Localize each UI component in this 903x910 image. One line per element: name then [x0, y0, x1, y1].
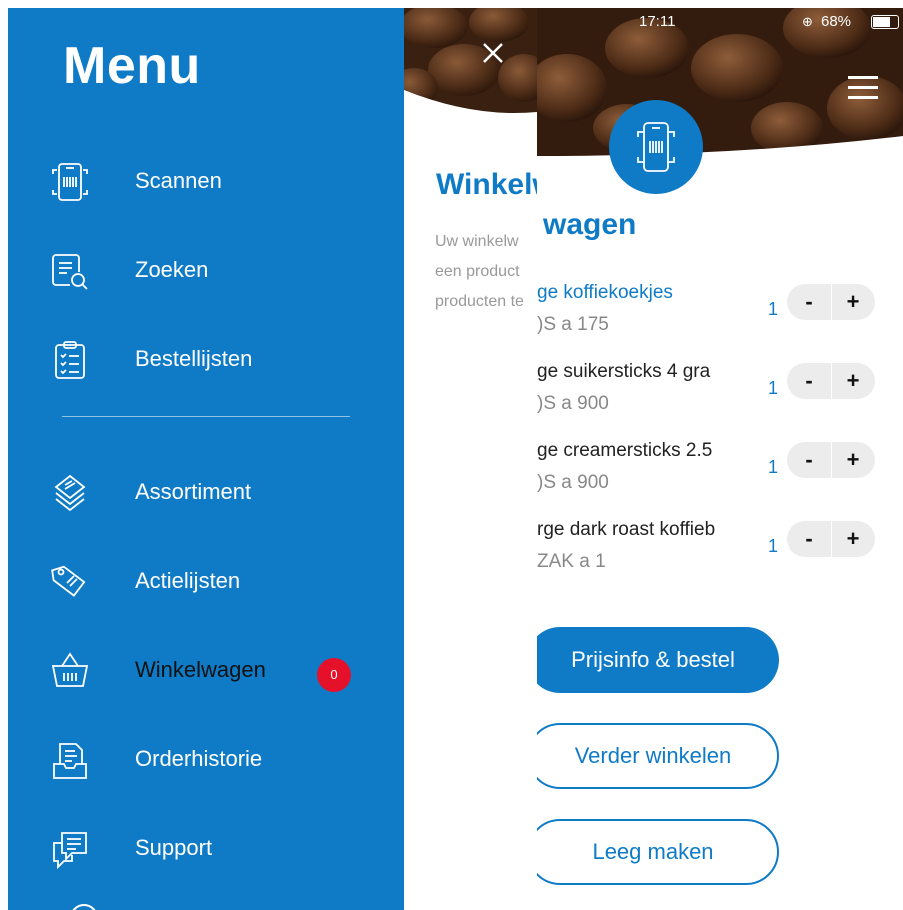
menu-item-orderhistorie[interactable]: Orderhistorie — [8, 728, 404, 788]
menu-item-label: Assortiment — [135, 479, 252, 504]
page-title: Winkelw — [436, 168, 537, 201]
layers-icon — [54, 474, 86, 512]
product-packaging: )S a 900 — [537, 472, 609, 493]
cart-item: ge creamersticks 2.5 )S a 900 1 - + — [537, 440, 903, 510]
close-icon[interactable] — [482, 42, 504, 64]
decrement-button[interactable]: - — [787, 289, 831, 315]
menu-item-zoeken[interactable]: Zoeken — [8, 239, 404, 299]
description-line: een product — [435, 263, 520, 280]
search-list-icon — [52, 254, 88, 290]
scan-button[interactable] — [609, 100, 703, 194]
menu-item-label: Support — [135, 835, 213, 860]
decrement-button[interactable]: - — [787, 447, 831, 473]
menu-item-label: Bestellijsten — [135, 346, 253, 371]
product-name[interactable]: ge koffiekoekjes — [537, 282, 673, 304]
coffee-beans-header-image — [404, 8, 537, 120]
empty-cart-button[interactable]: Leeg maken — [537, 819, 779, 885]
orientation-lock-icon: ⊕ — [802, 14, 813, 29]
quantity-value: 1 — [768, 457, 779, 477]
clipboard-list-icon — [55, 341, 85, 379]
increment-button[interactable]: + — [831, 368, 875, 394]
background-page: Winkelw Uw winkelw een product producten… — [404, 8, 537, 910]
status-time: 17:11 — [639, 13, 676, 30]
continue-shopping-button[interactable]: Verder winkelen — [537, 723, 779, 789]
menu-item-label: Winkelwagen — [135, 657, 266, 682]
menu-title: Menu — [63, 37, 201, 95]
description-line: Uw winkelw — [435, 233, 519, 250]
price-info-order-button[interactable]: Prijsinfo & bestel — [537, 627, 779, 693]
battery-percent: 68% — [821, 13, 852, 30]
decrement-button[interactable]: - — [787, 368, 831, 394]
menu-item-actielijsten[interactable]: Actielijsten — [8, 550, 404, 610]
menu-item-assortiment[interactable]: Assortiment — [8, 461, 404, 521]
menu-item-label: Zoeken — [135, 257, 209, 282]
menu-item-support[interactable]: Support — [8, 817, 404, 877]
quantity-value: 1 — [768, 536, 779, 556]
basket-icon — [51, 652, 89, 687]
menu-item-label: Orderhistorie — [135, 746, 263, 771]
next-item-icon — [70, 904, 98, 910]
quantity-value: 1 — [768, 378, 779, 398]
menu-divider — [62, 416, 350, 417]
product-name[interactable]: ge suikersticks 4 gra — [537, 361, 710, 383]
battery-icon — [871, 15, 899, 29]
cart-item: ge suikersticks 4 gra )S a 900 1 - + — [537, 361, 903, 431]
cart-item: ge koffiekoekjes )S a 175 1 - + — [537, 282, 903, 352]
cart-page: 17:11 ⊕ 68% wagen ge koffiekoekjes )S a … — [537, 8, 903, 910]
increment-button[interactable]: + — [831, 526, 875, 552]
order-history-icon — [53, 743, 87, 779]
product-packaging: )S a 900 — [537, 393, 609, 414]
quantity-value: 1 — [768, 299, 779, 319]
product-name[interactable]: rge dark roast koffieb — [537, 519, 715, 541]
chat-icon — [53, 832, 87, 869]
quantity-stepper: - + — [787, 363, 875, 399]
quantity-stepper: - + — [787, 521, 875, 557]
menu-item-scannen[interactable]: Scannen — [8, 150, 404, 210]
quantity-stepper: - + — [787, 442, 875, 478]
scan-phone-icon — [52, 163, 88, 201]
increment-button[interactable]: + — [831, 447, 875, 473]
menu-item-label: Actielijsten — [135, 568, 241, 593]
menu-item-bestellijsten[interactable]: Bestellijsten — [8, 328, 404, 388]
menu-item-label: Scannen — [135, 168, 222, 193]
cart-item: rge dark roast koffieb ZAK a 1 1 - + — [537, 519, 903, 589]
hamburger-menu-icon[interactable] — [848, 76, 878, 100]
product-packaging: ZAK a 1 — [537, 551, 606, 572]
cart-count-badge: 0 — [317, 658, 351, 692]
cart-title: wagen — [543, 208, 637, 241]
description-line: producten te — [435, 293, 524, 310]
product-name[interactable]: ge creamersticks 2.5 — [537, 440, 712, 462]
side-menu: Menu Scannen Zoeken Bestellijsten Assort… — [8, 8, 404, 910]
scan-phone-icon — [637, 122, 675, 172]
menu-item-winkelwagen[interactable]: Winkelwagen 0 — [8, 639, 404, 699]
increment-button[interactable]: + — [831, 289, 875, 315]
tags-icon — [51, 565, 86, 597]
decrement-button[interactable]: - — [787, 526, 831, 552]
product-packaging: )S a 175 — [537, 314, 609, 335]
quantity-stepper: - + — [787, 284, 875, 320]
